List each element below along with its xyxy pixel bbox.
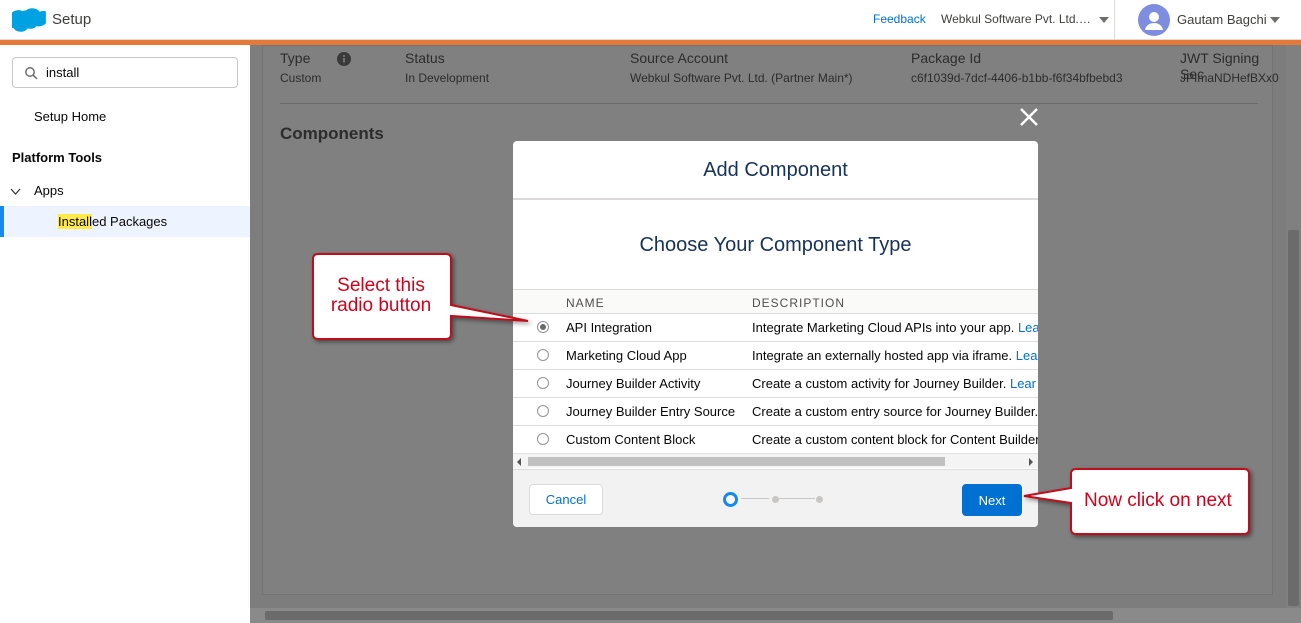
section-divider <box>280 103 1258 104</box>
user-name[interactable]: Gautam Bagchi <box>1177 12 1267 27</box>
modal-header-divider <box>513 198 1038 200</box>
component-type-radio[interactable] <box>537 433 549 445</box>
app-title: Setup <box>52 11 92 28</box>
component-description-text: Integrate Marketing Cloud APIs into your… <box>752 320 1015 335</box>
component-type-radio[interactable] <box>537 405 549 417</box>
salesforce-cloud-icon[interactable] <box>12 8 46 32</box>
progress-connector <box>779 498 815 499</box>
close-icon[interactable] <box>1017 105 1041 129</box>
component-description: Create a custom content block for Conten… <box>752 432 1038 447</box>
component-name: Journey Builder Entry Source <box>566 404 736 419</box>
add-component-modal: Add Component Choose Your Component Type… <box>513 141 1038 527</box>
sidebar-item-label-rest: ed Packages <box>91 214 168 229</box>
field-label-source-account: Source Account <box>630 50 729 66</box>
cancel-button[interactable]: Cancel <box>529 484 603 515</box>
chevron-down-icon[interactable] <box>1099 17 1109 23</box>
progress-step <box>772 496 779 503</box>
scroll-right-icon[interactable] <box>1029 458 1033 466</box>
next-button[interactable]: Next <box>962 484 1022 516</box>
field-label-type: Type <box>280 50 311 66</box>
field-label-status: Status <box>405 50 445 66</box>
table-scrollbar-thumb[interactable] <box>528 457 945 466</box>
component-description-text: Create a custom activity for Journey Bui… <box>752 376 1007 391</box>
horizontal-scrollbar-thumb[interactable] <box>265 611 1113 620</box>
field-value-type: Custom <box>280 71 322 85</box>
table-row[interactable]: Marketing Cloud App Integrate an external… <box>513 342 1038 370</box>
vertical-scrollbar-thumb[interactable] <box>1288 230 1299 606</box>
table-row[interactable]: Journey Builder Entry Source Create a cus… <box>513 398 1038 426</box>
column-header-description: DESCRIPTION <box>752 296 846 310</box>
table-row[interactable]: Journey Builder Activity Create a custom … <box>513 370 1038 398</box>
component-name: Journey Builder Activity <box>566 376 701 391</box>
component-name: Marketing Cloud App <box>566 348 687 363</box>
learn-more-link[interactable]: Lea <box>1018 320 1038 335</box>
search-highlight: Install <box>58 214 92 229</box>
callout-select-text: Select this radio button <box>330 275 432 316</box>
component-type-table: NAME DESCRIPTION API Integration Integrat… <box>513 289 1038 451</box>
avatar[interactable] <box>1138 4 1170 36</box>
sidebar-item-setup-home[interactable]: Setup Home <box>34 109 106 124</box>
header-divider <box>1114 0 1115 40</box>
callout-next-text: Now click on next <box>1084 490 1232 511</box>
sidebar-item-apps[interactable]: Apps <box>34 183 64 198</box>
scroll-left-icon[interactable] <box>517 458 521 466</box>
table-row[interactable]: API Integration Integrate Marketing Cloud… <box>513 314 1038 342</box>
modal-title: Add Component <box>703 159 848 181</box>
learn-more-link[interactable]: Lear <box>1010 376 1036 391</box>
table-header: NAME DESCRIPTION <box>513 289 1038 314</box>
chevron-down-icon[interactable] <box>1270 17 1280 23</box>
field-value-status: In Development <box>405 71 490 85</box>
component-name: API Integration <box>566 320 652 335</box>
field-label-package-id: Package Id <box>911 50 982 66</box>
component-type-radio[interactable] <box>537 377 549 389</box>
component-name: Custom Content Block <box>566 432 696 447</box>
components-heading: Components <box>280 124 384 143</box>
global-header: Setup Feedback Webkul Software Pvt. Ltd.… <box>0 0 1301 40</box>
component-description-text: Create a custom entry source for Journey… <box>752 404 1038 419</box>
component-description: Integrate an externally hosted app via i… <box>752 348 1037 363</box>
sidebar-section-platform-tools: Platform Tools <box>12 150 103 165</box>
sidebar-item-installed-packages[interactable]: Installed Packages <box>0 206 250 237</box>
component-description: Integrate Marketing Cloud APIs into your… <box>752 320 1038 335</box>
component-description-text: Integrate an externally hosted app via i… <box>752 348 1013 363</box>
feedback-link[interactable]: Feedback <box>873 12 926 26</box>
quick-find-box[interactable] <box>12 57 238 88</box>
table-row[interactable]: Custom Content Block Create a custom cont… <box>513 426 1038 451</box>
org-switcher[interactable]: Webkul Software Pvt. Ltd. (Partner Main*… <box>941 12 1093 26</box>
progress-step <box>816 496 823 503</box>
setup-sidebar: Setup Home Platform Tools Apps Installed… <box>0 45 250 623</box>
progress-step-current <box>723 492 738 507</box>
learn-more-link[interactable]: Lea <box>1016 348 1038 363</box>
field-value-package-id: c6f1039d-7dcf-4406-b1bb-f6f34bfbebd3 <box>911 71 1123 85</box>
progress-connector <box>741 498 769 499</box>
field-value-source-account: Webkul Software Pvt. Ltd. (Partner Main*… <box>630 71 853 85</box>
modal-subtitle: Choose Your Component Type <box>639 234 912 256</box>
chevron-down-icon[interactable] <box>10 186 21 197</box>
component-type-radio[interactable] <box>537 349 549 361</box>
component-type-radio[interactable] <box>537 321 549 333</box>
component-description-text: Create a custom content block for Conten… <box>752 432 1038 447</box>
search-icon <box>25 67 38 80</box>
sidebar-item-label: Installed Packages <box>58 214 167 229</box>
info-icon[interactable] <box>337 52 351 66</box>
table-horizontal-scrollbar[interactable] <box>513 453 1038 468</box>
component-description: Create a custom entry source for Journey… <box>752 404 1038 419</box>
quick-find-input[interactable] <box>46 58 231 87</box>
component-description: Create a custom activity for Journey Bui… <box>752 376 1036 391</box>
field-value-jwt: JPImaNDHefBXx0 <box>1180 71 1279 85</box>
modal-footer: Cancel Next <box>513 469 1038 527</box>
column-header-name: NAME <box>566 296 605 310</box>
user-icon <box>1145 12 1163 30</box>
